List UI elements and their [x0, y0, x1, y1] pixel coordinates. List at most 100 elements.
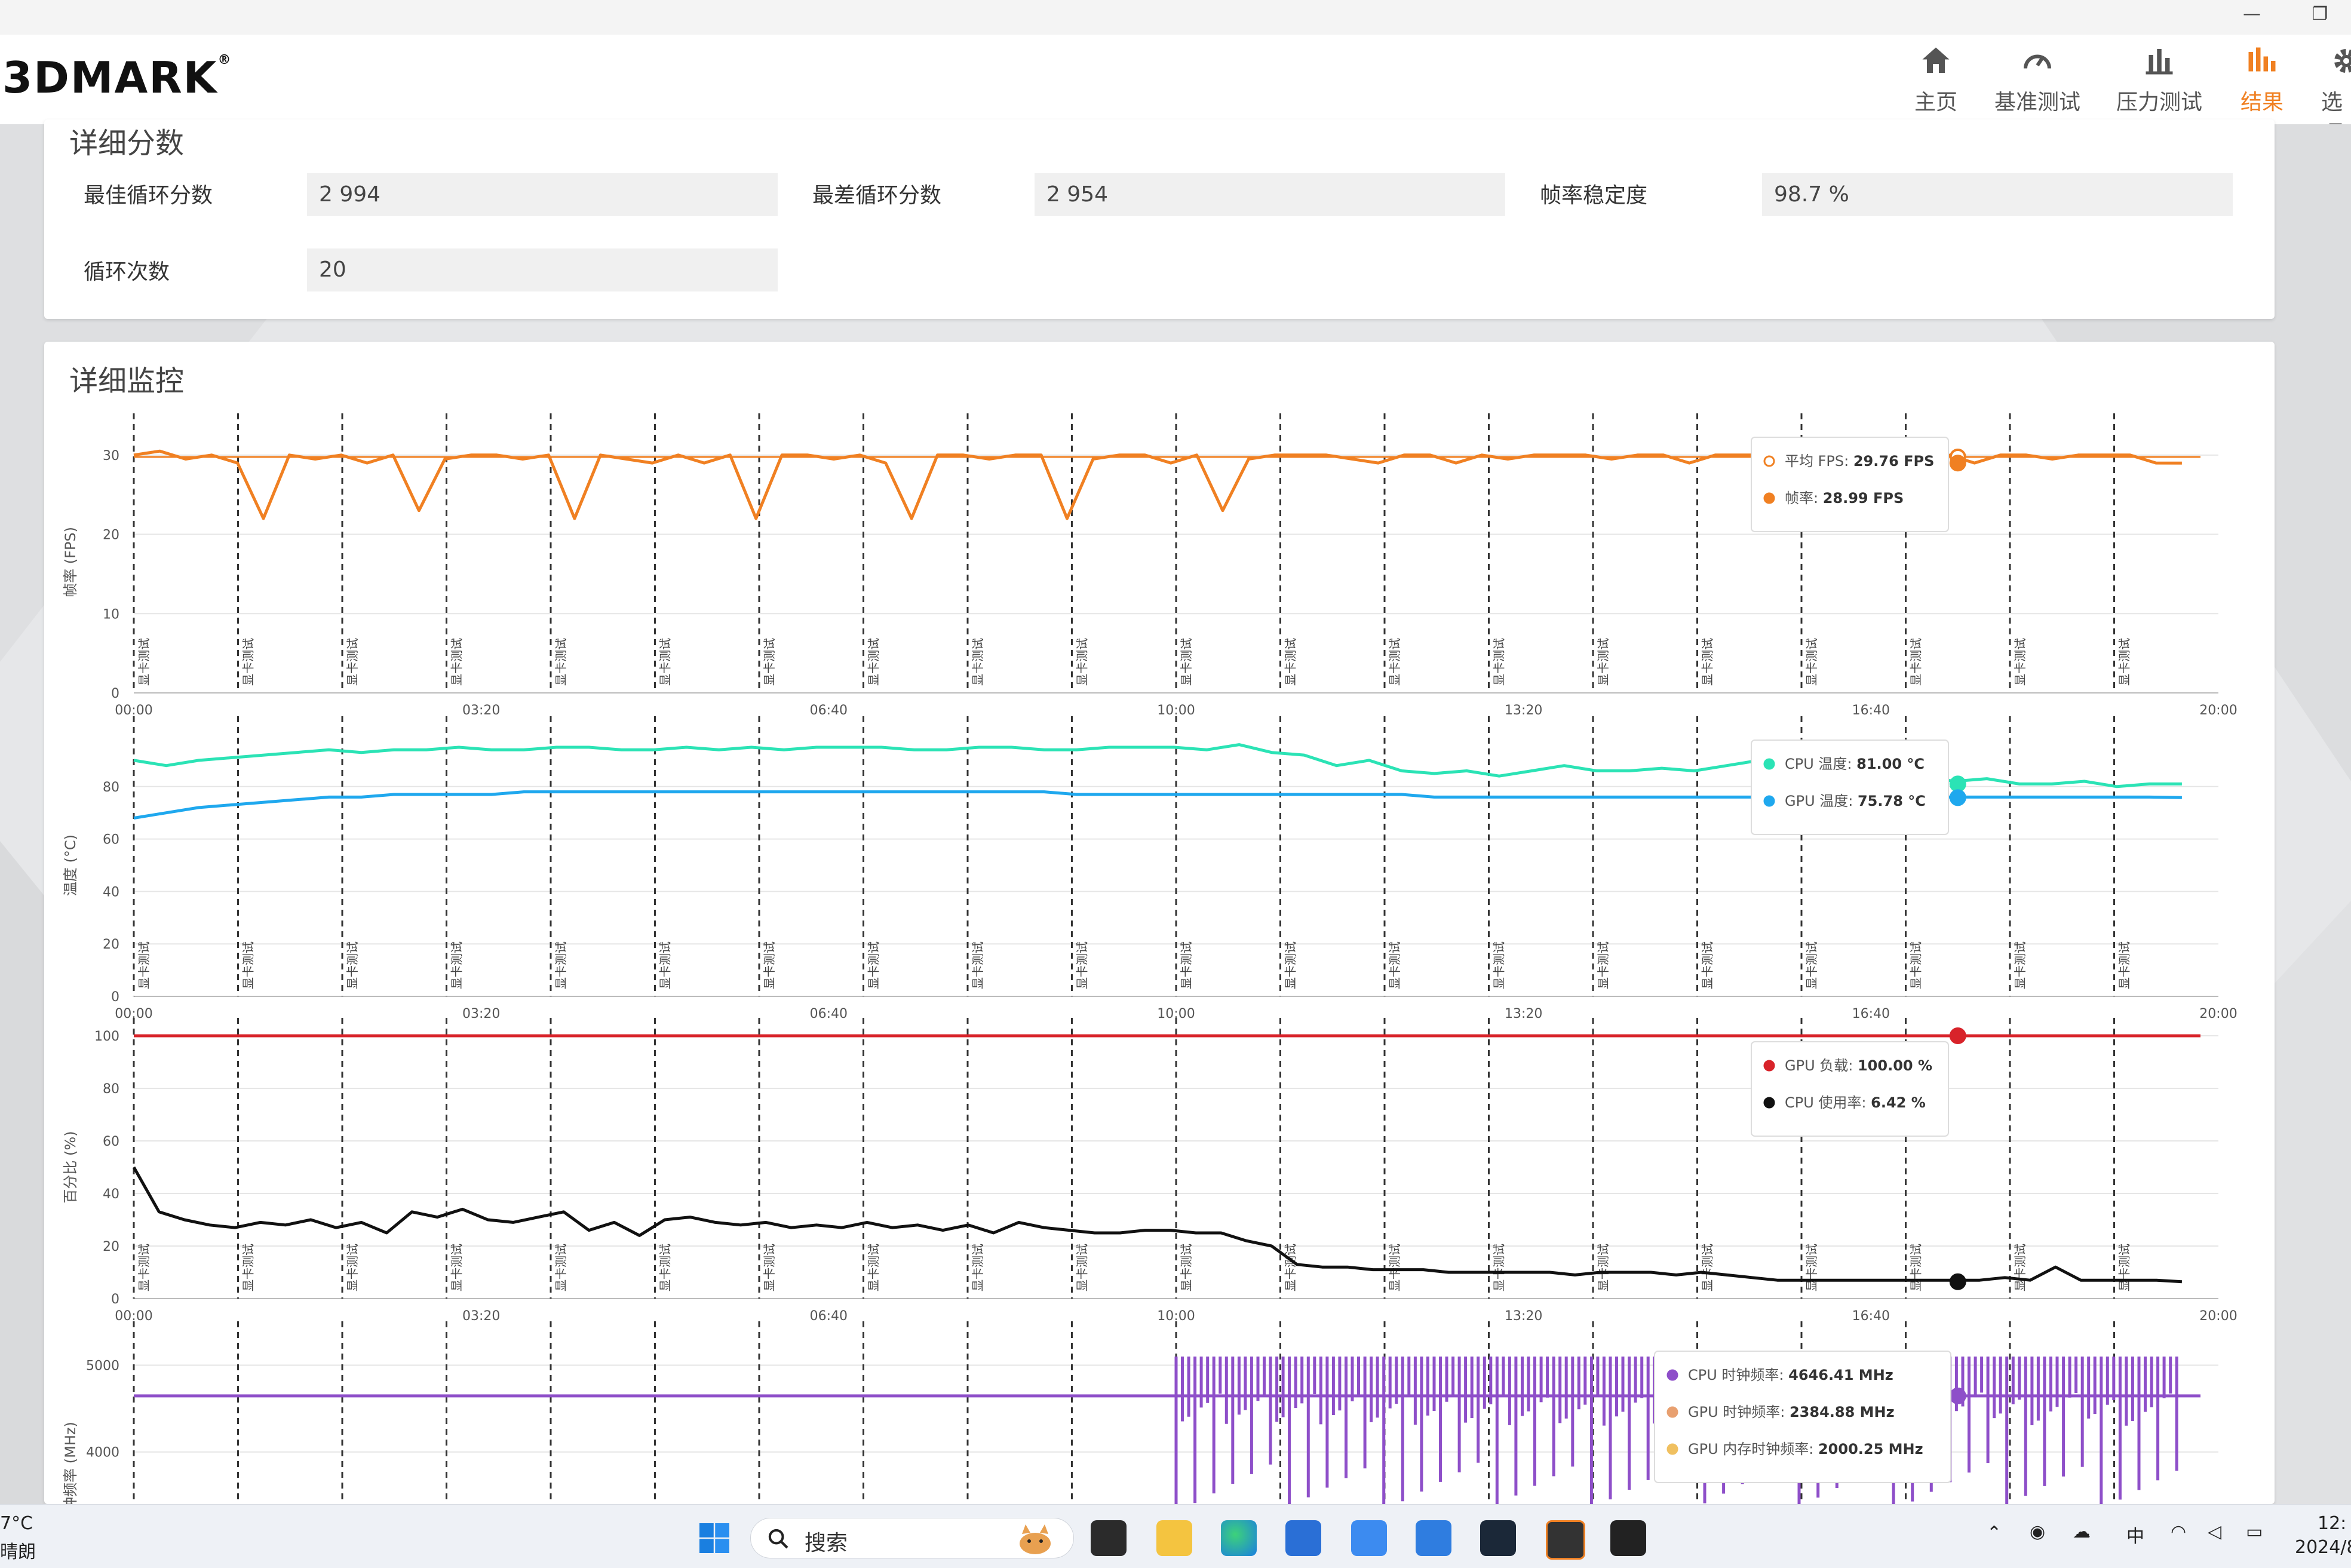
tooltip-2: GPU 负载: 100.00 % CPU 使用率: 6.42 % [1751, 1041, 1949, 1137]
tooltip-value: 100.00 % [1858, 1057, 1932, 1074]
chart-2-ytick: 100 [94, 1029, 119, 1044]
clock-time[interactable]: 12: [2318, 1513, 2346, 1534]
nav-results-label: 结果 [2240, 90, 2284, 115]
loop-marker-label: 显卡测试 [2013, 638, 2027, 686]
loop-marker-label: 显卡测试 [1388, 638, 1402, 686]
loop-marker-label: 显卡测试 [1804, 1244, 1819, 1291]
loop-marker-label: 显卡测试 [867, 1244, 881, 1291]
tooltip-value: 4646.41 MHz [1788, 1367, 1893, 1383]
chart-1-ytick: 20 [103, 937, 119, 952]
cursor-dot-2-1 [1949, 1273, 1966, 1290]
tooltip-value: 81.00 °C [1856, 756, 1925, 772]
nav-home[interactable]: 主页 [1885, 43, 1987, 116]
weather-temp[interactable]: 7°C [0, 1513, 33, 1534]
chart-1-ytick: 80 [103, 780, 119, 795]
chart-1: 温度 (°C)02040608000:00 03:20 06:40 10:00 13:2… [62, 716, 2238, 1021]
chart-1-xtick: 16:40 [1852, 1007, 1890, 1021]
steam-tray-icon[interactable]: ◉ [2030, 1521, 2045, 1542]
battery-icon[interactable]: ▭ [2246, 1521, 2263, 1542]
taskbar-search-box[interactable]: 搜索 [750, 1518, 1074, 1558]
chart-0-xtick: 20:00 [2199, 703, 2237, 718]
tray-chevron-icon[interactable]: ⌃ [1987, 1523, 2002, 1544]
tooltip-label: 帧率: 28.99 FPS [1785, 490, 1904, 507]
nav-stress-tests[interactable]: 压力测试 [2108, 43, 2210, 116]
loop-marker-label: 显卡测试 [1075, 638, 1089, 686]
wifi-icon[interactable]: ◠ [2171, 1521, 2186, 1542]
tooltip-label: GPU 时钟频率: 2384.88 MHz [1688, 1404, 1895, 1420]
loop-marker-label: 显卡测试 [762, 638, 776, 686]
game-launcher-icon[interactable] [1546, 1520, 1585, 1560]
frame-stability-value: 98.7 % [1762, 173, 2233, 216]
file-explorer-icon[interactable] [1156, 1520, 1192, 1556]
series-2-1 [132, 1166, 2183, 1284]
tooltip-label: GPU 负载: 100.00 % [1785, 1057, 1932, 1074]
loop-marker-label: 显卡测试 [762, 941, 776, 989]
tooltip-label: CPU 温度: 81.00 °C [1785, 756, 1925, 772]
tooltip-swatch [1763, 1097, 1775, 1109]
chart-2-xtick: 16:40 [1852, 1309, 1890, 1324]
loop-marker-label: 显卡测试 [554, 638, 568, 686]
scores-title: 详细分数 [69, 127, 185, 160]
nav-results[interactable]: 结果 [2211, 43, 2313, 116]
photos-icon[interactable] [1416, 1520, 1451, 1556]
steam-icon[interactable] [1480, 1520, 1516, 1556]
loop-marker-label: 显卡测试 [1804, 941, 1819, 989]
loop-marker-label: 显卡测试 [137, 1244, 151, 1291]
chart-0-ylabel: 帧率 (FPS) [62, 527, 79, 597]
tooltip-box [1751, 739, 1949, 835]
ime-indicator[interactable]: 中 [2126, 1521, 2144, 1548]
chart-0-xtick: 06:40 [810, 703, 848, 718]
nav-benchmarks[interactable]: 基准测试 [1987, 43, 2088, 116]
loop-marker-label: 显卡测试 [762, 1244, 776, 1291]
loop-marker-label: 显卡测试 [1284, 1244, 1298, 1291]
tooltip-swatch [1763, 1060, 1775, 1072]
window-titlebar: — ❐ [0, 0, 2351, 35]
loop-marker-label: 显卡测试 [2117, 638, 2132, 686]
loop-marker-label: 显卡测试 [1804, 638, 1819, 686]
windows-logo-icon [699, 1523, 729, 1553]
loop-marker-label: 显卡测试 [1909, 1244, 1923, 1291]
start-button[interactable] [696, 1520, 732, 1556]
tooltip-swatch [1763, 795, 1775, 807]
loop-marker-label: 显卡测试 [867, 941, 881, 989]
gear-icon [2303, 43, 2351, 81]
chart-2-ytick: 80 [103, 1082, 119, 1097]
tooltip-swatch [1666, 1406, 1678, 1418]
loop-marker-label: 显卡测试 [241, 638, 256, 686]
restore-button[interactable]: ❐ [2302, 4, 2338, 24]
chart-0-xtick: 00:00 [115, 703, 152, 718]
loop-marker-label: 显卡测试 [1492, 1244, 1506, 1291]
tooltip-swatch [1763, 492, 1775, 504]
clock-date[interactable]: 2024/8 [2295, 1537, 2351, 1558]
minimize-button[interactable]: — [2234, 4, 2270, 24]
search-highlight-cat-icon [1020, 1524, 1051, 1554]
loop-marker-label: 显卡测试 [2013, 941, 2027, 989]
loop-marker-label: 显卡测试 [137, 941, 151, 989]
edge-browser-icon[interactable] [1221, 1520, 1257, 1556]
chart-0-xtick: 13:20 [1505, 703, 1542, 718]
detailed-scores-panel: 详细分数 最佳循环分数 2 994 最差循环分数 2 954 帧率稳定度 98.… [44, 119, 2275, 319]
loop-marker-label: 显卡测试 [1075, 941, 1089, 989]
best-loop-value: 2 994 [307, 173, 778, 216]
loop-marker-label: 显卡测试 [658, 638, 673, 686]
chart-3-ytick: 5000 [86, 1359, 119, 1374]
loop-marker-label: 显卡测试 [241, 1244, 256, 1291]
tooltip-swatch [1666, 1369, 1678, 1381]
loop-marker-label: 显卡测试 [2117, 941, 2132, 989]
chart-1-xtick: 06:40 [810, 1007, 848, 1021]
microsoft-store-icon[interactable] [1285, 1520, 1321, 1556]
search-placeholder: 搜索 [805, 1531, 848, 1555]
task-view-icon[interactable] [1091, 1520, 1127, 1556]
nav-home-label: 主页 [1914, 90, 1957, 115]
tooltip-1: CPU 温度: 81.00 °C GPU 温度: 75.78 °C [1751, 739, 1949, 835]
tooltip-value: 2000.25 MHz [1818, 1441, 1923, 1457]
loop-marker-label: 显卡测试 [1909, 638, 1923, 686]
volume-icon[interactable]: ◁ [2208, 1521, 2221, 1542]
chart-1-xtick: 20:00 [2199, 1007, 2237, 1021]
3dmark-taskbar-icon[interactable] [1610, 1520, 1646, 1556]
cloud-tray-icon[interactable]: ☁ [2073, 1521, 2091, 1542]
loop-marker-label: 显卡测试 [1596, 941, 1610, 989]
chart-3: 时钟频率 (MHz)300040005000CPU 时钟频率: 4646.41 … [62, 1321, 2218, 1504]
chart-0-ytick: 0 [111, 686, 119, 701]
feishu-icon[interactable] [1351, 1520, 1387, 1556]
